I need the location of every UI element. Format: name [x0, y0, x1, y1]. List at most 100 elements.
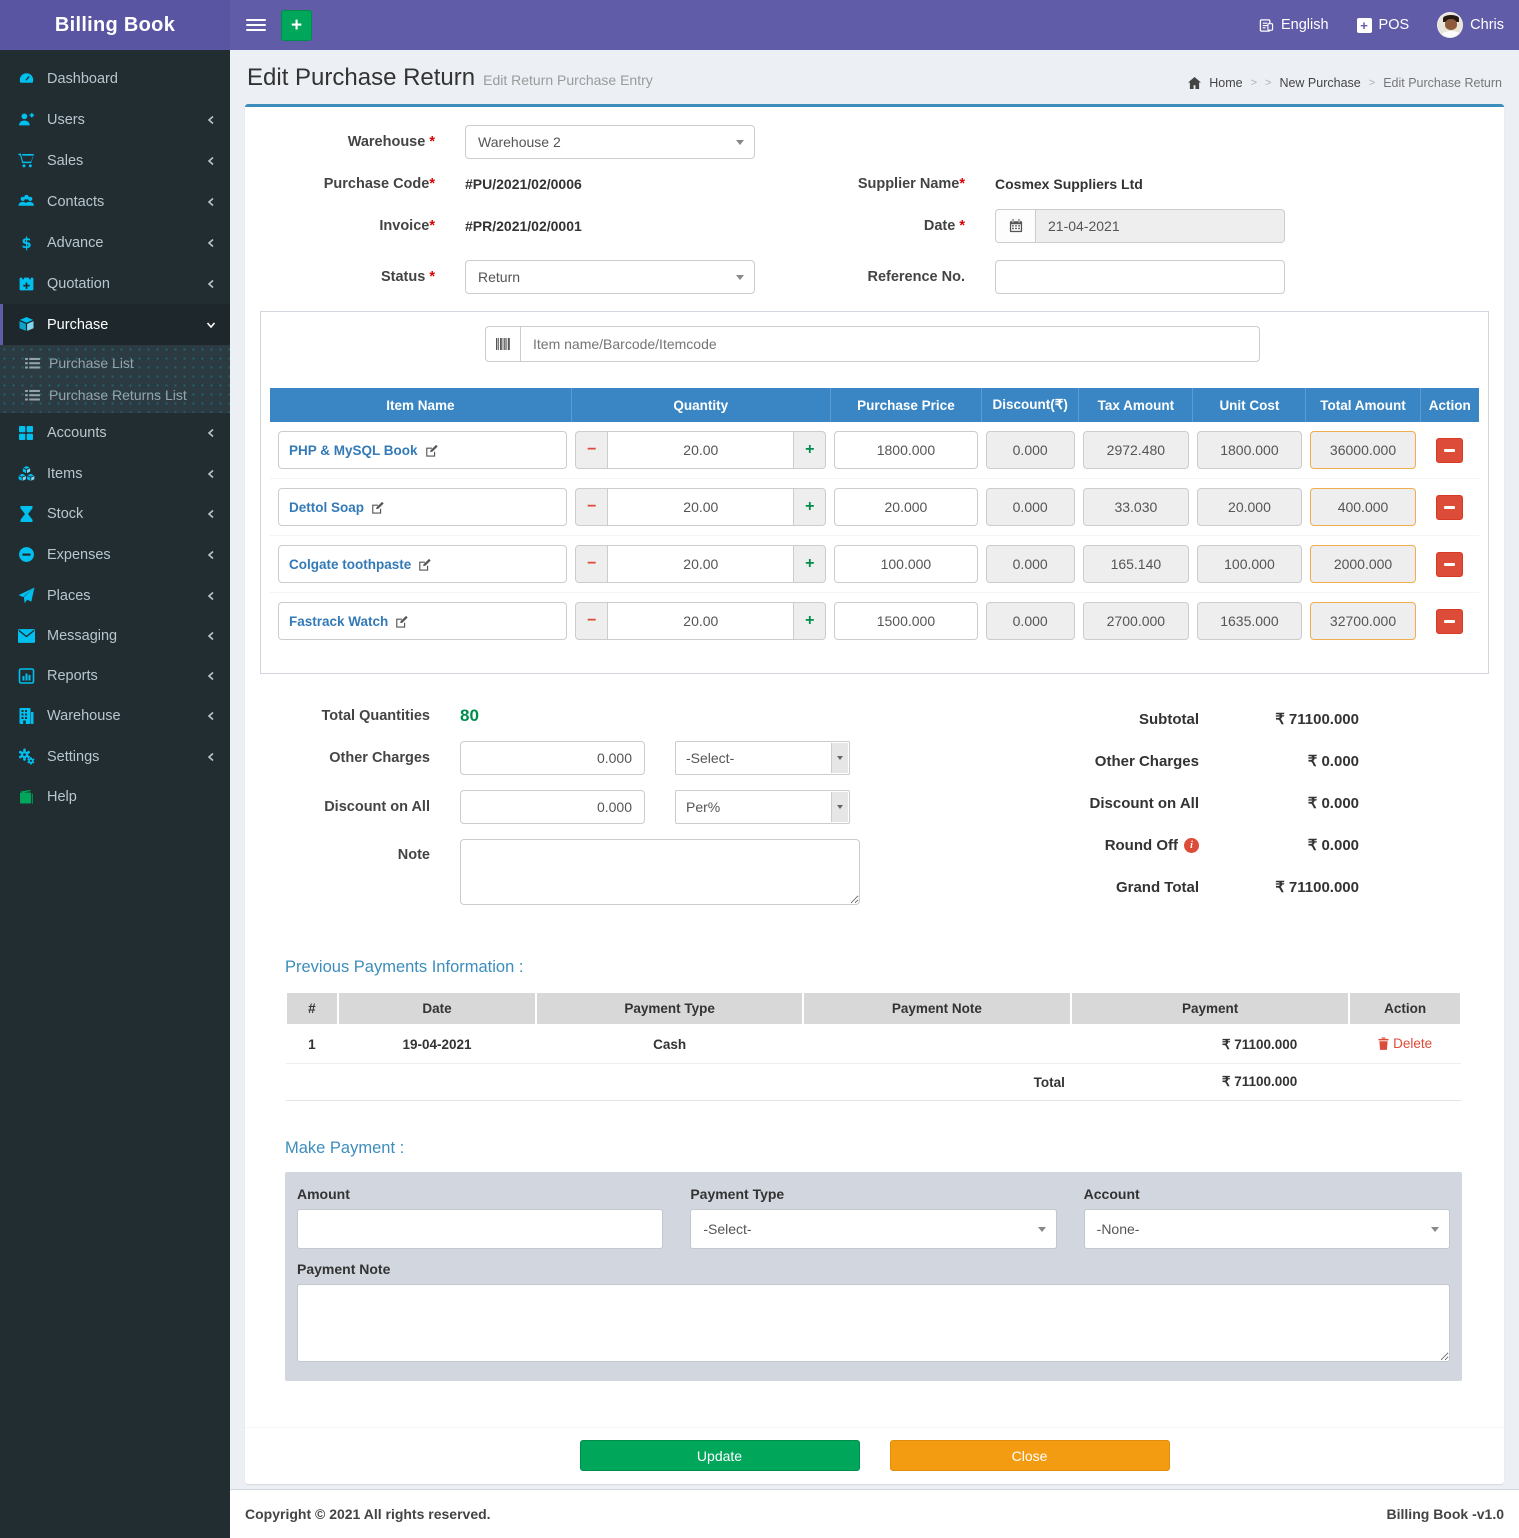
language-icon [1259, 18, 1274, 33]
payment-note [803, 1025, 1071, 1064]
remove-item-button[interactable] [1436, 552, 1463, 577]
chevron-left-icon [206, 752, 216, 762]
chevron-down-icon [831, 743, 848, 773]
purchase-price-input[interactable] [834, 431, 977, 469]
app-logo[interactable]: Billing Book [0, 0, 230, 50]
date-label: Date * [785, 218, 965, 234]
warehouse-select[interactable]: Warehouse 2 [465, 125, 755, 159]
edit-icon[interactable] [425, 444, 438, 457]
sidebar-toggle-icon[interactable] [246, 19, 266, 31]
decrement-button[interactable]: − [575, 545, 608, 583]
info-icon[interactable]: i [1184, 838, 1199, 853]
language-menu[interactable]: English [1259, 17, 1329, 33]
quick-add-button[interactable]: + [281, 10, 312, 41]
item-link[interactable]: Fastrack Watch [289, 614, 388, 629]
chevron-down-icon [831, 792, 848, 822]
decrement-button[interactable]: − [575, 488, 608, 526]
sidebar-item-dashboard[interactable]: Dashboard [0, 58, 230, 99]
purchase-price-input[interactable] [834, 602, 977, 640]
sidebar-item-reports[interactable]: Reports [0, 656, 230, 696]
reference-input[interactable] [995, 260, 1285, 294]
payment-amount: ₹ 71100.000 [1071, 1025, 1349, 1064]
discount-on-all-input[interactable] [460, 790, 645, 824]
purchase-price-input[interactable] [834, 488, 977, 526]
note-label: Note [260, 839, 430, 863]
sidebar-item-purchase-list[interactable]: Purchase List [0, 347, 230, 379]
payment-note-textarea[interactable] [297, 1284, 1450, 1362]
total-amount-input [1310, 431, 1416, 469]
col-total-amount: Total Amount [1306, 388, 1420, 422]
sidebar-item-items[interactable]: Items [0, 453, 230, 494]
chevron-down-icon [206, 320, 216, 330]
remove-item-button[interactable] [1436, 609, 1463, 634]
page-title: Edit Purchase ReturnEdit Return Purchase… [247, 64, 653, 92]
other-charges-input[interactable] [460, 741, 645, 775]
breadcrumb-new-purchase[interactable]: New Purchase [1279, 76, 1360, 90]
account-select[interactable]: -None- [1084, 1209, 1450, 1249]
update-button[interactable]: Update [580, 1440, 860, 1471]
item-link[interactable]: PHP & MySQL Book [289, 443, 418, 458]
sidebar-item-accounts[interactable]: Accounts [0, 413, 230, 453]
other-charges-select[interactable]: -Select- [675, 741, 850, 775]
item-row: Dettol Soap − + [270, 479, 1479, 536]
date-input[interactable] [1035, 209, 1285, 243]
sidebar-item-settings[interactable]: Settings [0, 736, 230, 777]
sidebar-item-sales[interactable]: Sales [0, 140, 230, 181]
sidebar-item-purchase[interactable]: Purchase [0, 304, 230, 345]
quantity-input[interactable] [608, 488, 793, 526]
language-label: English [1281, 17, 1329, 33]
warehouse-label: Warehouse * [260, 134, 435, 150]
sidebar-item-messaging[interactable]: Messaging [0, 616, 230, 656]
col-tax-amount: Tax Amount [1079, 388, 1193, 422]
item-name-cell: Fastrack Watch [278, 602, 567, 640]
quantity-input[interactable] [608, 602, 793, 640]
pos-button[interactable]: + POS [1357, 17, 1410, 33]
remove-item-button[interactable] [1436, 495, 1463, 520]
close-button[interactable]: Close [890, 1440, 1170, 1471]
chevron-down-icon [736, 140, 744, 145]
sidebar-item-help[interactable]: Help [0, 777, 230, 817]
increment-button[interactable]: + [793, 488, 826, 526]
amount-input[interactable] [297, 1209, 663, 1249]
sidebar-item-expenses[interactable]: Expenses [0, 534, 230, 575]
item-link[interactable]: Dettol Soap [289, 500, 364, 515]
sidebar-item-users[interactable]: Users [0, 99, 230, 140]
purchase-price-input[interactable] [834, 545, 977, 583]
total-quantities-value: 80 [460, 706, 645, 726]
edit-icon[interactable] [395, 615, 408, 628]
increment-button[interactable]: + [793, 602, 826, 640]
item-search-input[interactable] [520, 326, 1260, 362]
payments-total-value: ₹ 71100.000 [1071, 1064, 1349, 1101]
payment-type-select[interactable]: -Select- [690, 1209, 1056, 1249]
increment-button[interactable]: + [793, 545, 826, 583]
edit-icon[interactable] [418, 558, 431, 571]
paper-plane-icon [15, 587, 37, 604]
subtotal-label: Subtotal [939, 711, 1199, 728]
tax-amount-input [1083, 545, 1189, 583]
sidebar-item-purchase-returns-list[interactable]: Purchase Returns List [0, 379, 230, 411]
sidebar-item-warehouse[interactable]: Warehouse [0, 696, 230, 736]
remove-item-button[interactable] [1436, 438, 1463, 463]
account-label: Account [1084, 1186, 1450, 1202]
decrement-button[interactable]: − [575, 602, 608, 640]
sidebar-item-advance[interactable]: $ Advance [0, 222, 230, 263]
sidebar-item-quotation[interactable]: Quotation [0, 263, 230, 304]
note-textarea[interactable] [460, 839, 860, 905]
edit-icon[interactable] [371, 501, 384, 514]
quantity-input[interactable] [608, 431, 793, 469]
tax-amount-input [1083, 431, 1189, 469]
increment-button[interactable]: + [793, 431, 826, 469]
discount-type-select[interactable]: Per% [675, 790, 850, 824]
decrement-button[interactable]: − [575, 431, 608, 469]
item-link[interactable]: Colgate toothpaste [289, 557, 411, 572]
sidebar-item-places[interactable]: Places [0, 575, 230, 616]
sidebar-item-contacts[interactable]: Contacts [0, 181, 230, 222]
status-select[interactable]: Return [465, 260, 755, 294]
delete-payment-button[interactable]: Delete [1378, 1036, 1432, 1051]
user-menu[interactable]: Chris [1437, 12, 1504, 38]
quantity-input[interactable] [608, 545, 793, 583]
unit-cost-input [1197, 431, 1302, 469]
payment-note-label: Payment Note [297, 1261, 1450, 1277]
breadcrumb-home[interactable]: Home [1209, 76, 1242, 90]
sidebar-item-stock[interactable]: Stock [0, 494, 230, 534]
